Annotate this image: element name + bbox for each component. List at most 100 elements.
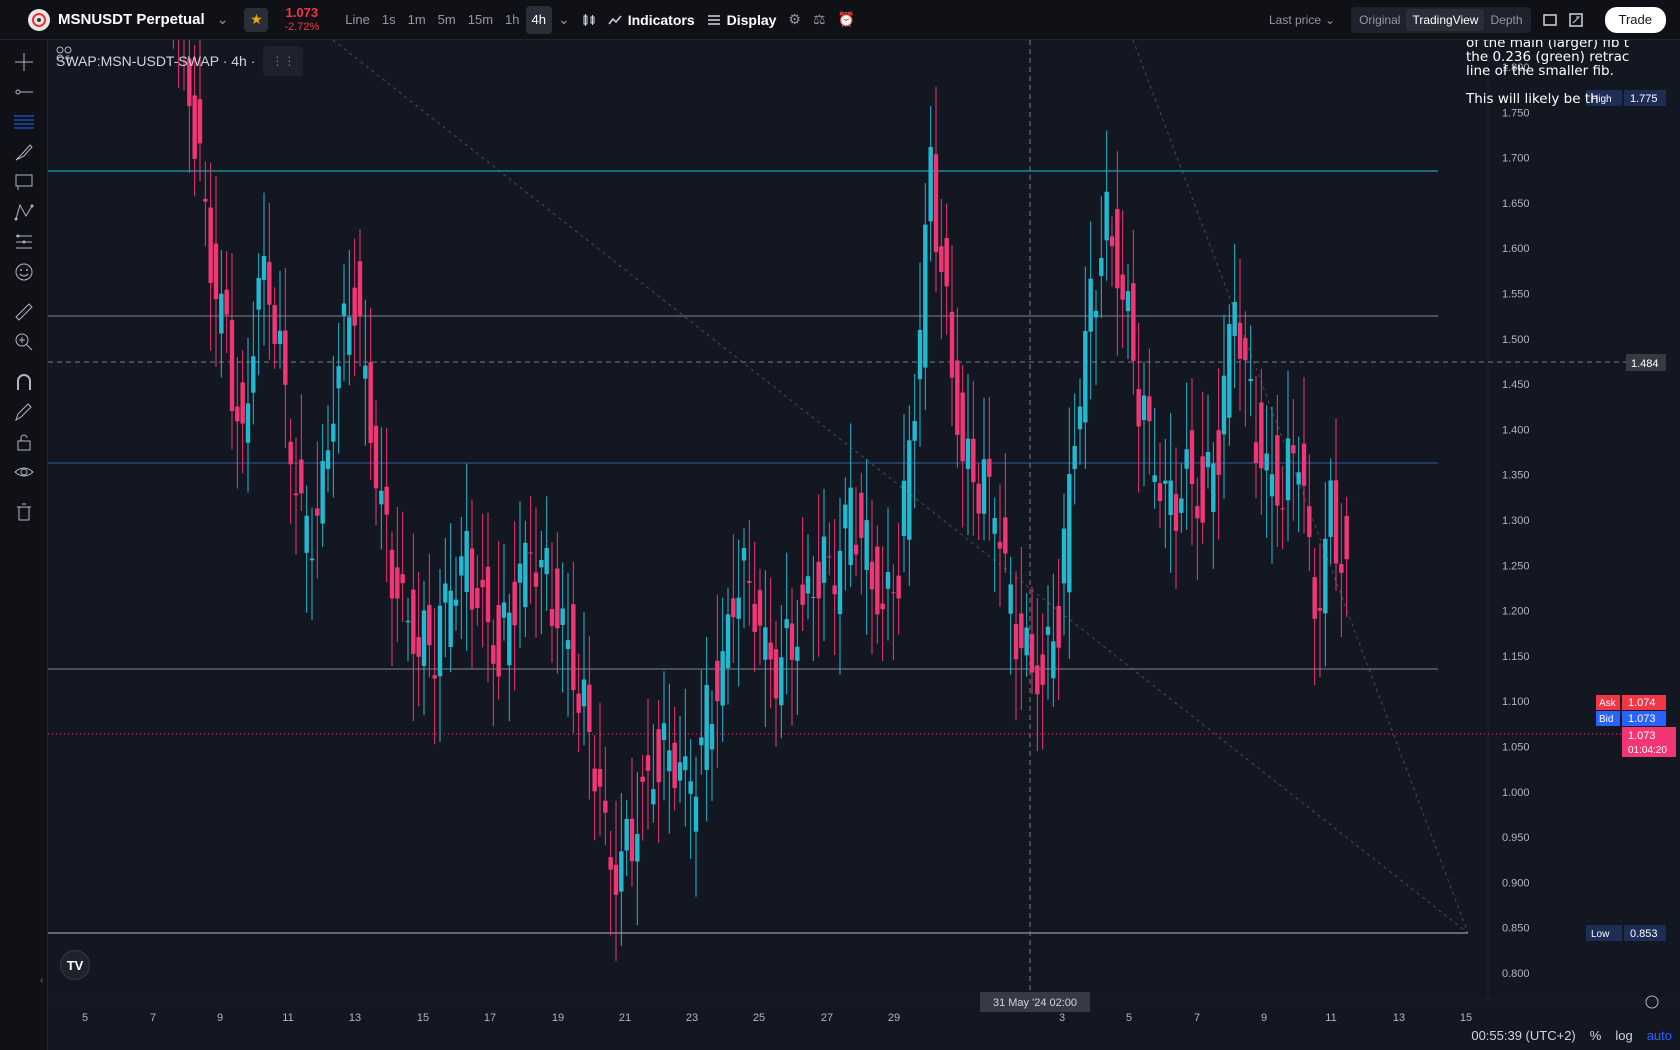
pattern-icon[interactable] xyxy=(10,198,38,226)
candle-body xyxy=(789,623,795,660)
legend-symbol: SWAP:MSN-USDT-SWAP · 4h · xyxy=(56,53,256,69)
candle-body xyxy=(501,602,507,618)
candle-body xyxy=(432,675,437,679)
indicators-button[interactable]: Indicators xyxy=(602,6,701,34)
add-indicator-icon[interactable] xyxy=(56,46,72,62)
candle-body xyxy=(528,552,533,554)
candle-body xyxy=(197,99,203,144)
forecast-icon[interactable] xyxy=(10,228,38,256)
price-source-select[interactable]: Last price ⌄ xyxy=(1263,6,1341,34)
candle-body xyxy=(347,317,352,355)
candle-body xyxy=(507,612,512,666)
log-scale-button[interactable]: log xyxy=(1615,1028,1632,1043)
candle-body xyxy=(256,278,261,310)
interval-dropdown-icon[interactable]: ⌄ xyxy=(552,6,576,34)
auto-scale-button[interactable]: auto xyxy=(1647,1028,1672,1043)
candle-body xyxy=(485,566,491,623)
view-original[interactable]: Original xyxy=(1353,9,1406,31)
trash-icon[interactable] xyxy=(10,498,38,526)
candle-body xyxy=(581,679,587,707)
candle-body xyxy=(917,330,923,380)
candle-type-icon[interactable] xyxy=(576,6,602,34)
candle-body xyxy=(1221,375,1227,435)
eye-icon[interactable] xyxy=(10,458,38,486)
candle-body xyxy=(571,604,576,691)
pencil-lock-icon[interactable] xyxy=(10,398,38,426)
crosshair-icon[interactable] xyxy=(10,48,38,76)
candle-body xyxy=(1317,608,1323,611)
candle-body xyxy=(816,561,821,599)
candle-body xyxy=(1125,291,1131,312)
view-tradingview[interactable]: TradingView xyxy=(1406,8,1485,31)
interval-1h[interactable]: 1h xyxy=(499,6,525,34)
display-button[interactable]: Display xyxy=(701,6,783,34)
candle-body xyxy=(416,637,421,657)
ask-value: 1.074 xyxy=(1628,697,1656,709)
favorite-star-icon[interactable]: ★ xyxy=(244,7,269,32)
magnet-icon[interactable] xyxy=(10,368,38,396)
trade-button[interactable]: Trade xyxy=(1604,6,1666,33)
candle-body xyxy=(784,619,789,629)
interval-4h[interactable]: 4h xyxy=(525,5,552,34)
text-icon[interactable] xyxy=(10,168,38,196)
note-line-3: line of the smaller fib. xyxy=(1466,63,1614,79)
candle-body xyxy=(848,487,853,565)
symbol-name[interactable]: MSNUSDT Perpetual xyxy=(58,11,205,28)
interval-5m[interactable]: 5m xyxy=(432,6,462,34)
candle-body xyxy=(1301,443,1307,486)
drag-handle-icon[interactable]: ⋮⋮ xyxy=(271,54,295,68)
candle-body xyxy=(1200,456,1205,523)
chart-area[interactable]: 1.800 1.750 1.700 1.650 1.600 1.550 1.500 1.450… xyxy=(48,40,1680,1050)
price-chart[interactable]: 1.8001.7501.7001.6501.6001.5501.5001.450… xyxy=(48,40,1680,1050)
symbol-dropdown-icon[interactable]: ⌄ xyxy=(211,6,235,34)
interval-1s[interactable]: 1s xyxy=(376,6,402,34)
lock-icon[interactable] xyxy=(10,428,38,456)
price-axis-tick: 0.950 xyxy=(1502,832,1530,844)
candle-body xyxy=(549,609,555,626)
candle-body xyxy=(267,262,272,305)
candle-body xyxy=(1269,474,1275,497)
candle-body xyxy=(1040,654,1045,685)
percent-scale-button[interactable]: % xyxy=(1590,1028,1602,1043)
candle-body xyxy=(1003,517,1008,554)
candle-body xyxy=(1088,278,1093,332)
alert-icon[interactable]: ⏰ xyxy=(832,6,861,34)
fullscreen-icon[interactable] xyxy=(1563,6,1589,34)
candle-body xyxy=(1045,626,1051,635)
candle-body xyxy=(1259,402,1264,469)
candle-body xyxy=(1264,453,1269,471)
zoom-icon[interactable] xyxy=(10,328,38,356)
emoji-icon[interactable] xyxy=(10,258,38,286)
candle-body xyxy=(299,459,304,494)
clock-time[interactable]: 00:55:39 (UTC+2) xyxy=(1471,1028,1575,1043)
interval-1m[interactable]: 1m xyxy=(402,6,432,34)
view-depth[interactable]: Depth xyxy=(1484,9,1528,31)
candle-body xyxy=(293,493,299,496)
fib-icon[interactable] xyxy=(10,108,38,136)
symbol-logo-icon[interactable] xyxy=(28,8,50,31)
candle-body xyxy=(368,362,373,443)
candle-body xyxy=(459,556,464,576)
candle-body xyxy=(613,864,619,895)
price-axis-tick: 1.350 xyxy=(1502,470,1530,482)
candle-body xyxy=(1227,323,1232,418)
trend-line-icon[interactable] xyxy=(10,78,38,106)
collapse-toolbar-icon[interactable]: ‹ xyxy=(40,975,43,986)
candle-body xyxy=(837,550,843,615)
layout-icon[interactable] xyxy=(1537,6,1563,34)
compare-scale-icon[interactable]: ⚖ xyxy=(807,6,832,34)
candle-body xyxy=(352,287,357,326)
candle-body xyxy=(1099,257,1104,276)
candle-body xyxy=(960,392,965,462)
candle-body xyxy=(693,796,699,832)
brush-icon[interactable] xyxy=(10,138,38,166)
candle-body xyxy=(859,492,864,538)
text-annotation[interactable]: of the main (larger) fib t the 0.236 (gr… xyxy=(1466,40,1678,110)
ruler-icon[interactable] xyxy=(10,298,38,326)
tradingview-logo-icon[interactable]: TV xyxy=(60,950,90,980)
candle-body xyxy=(667,750,672,772)
interval-line[interactable]: Line xyxy=(339,6,376,34)
candle-body xyxy=(331,423,336,442)
settings-gear-icon[interactable]: ⚙ xyxy=(782,6,807,34)
interval-15m[interactable]: 15m xyxy=(462,6,499,34)
